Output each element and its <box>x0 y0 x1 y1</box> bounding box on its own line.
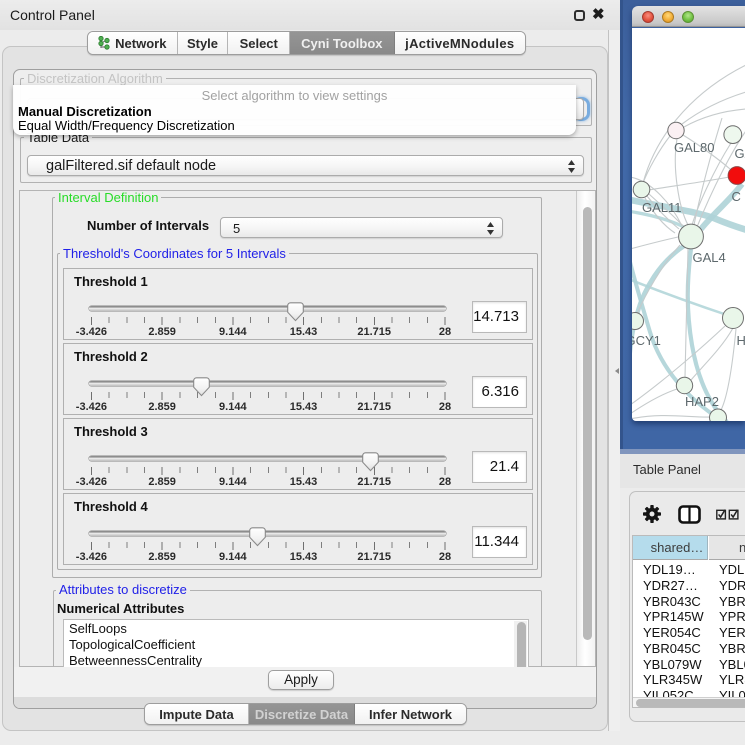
svg-text:HI: HI <box>737 333 745 348</box>
svg-text:GAL11: GAL11 <box>642 200 682 215</box>
svg-text:C: C <box>732 189 741 204</box>
svg-text:GA: GA <box>735 146 745 161</box>
svg-text:GAL4: GAL4 <box>693 250 726 265</box>
svg-text:GAL80: GAL80 <box>674 140 714 155</box>
svg-text:HAP2: HAP2 <box>685 394 719 409</box>
svg-text:GCY1: GCY1 <box>632 333 661 348</box>
